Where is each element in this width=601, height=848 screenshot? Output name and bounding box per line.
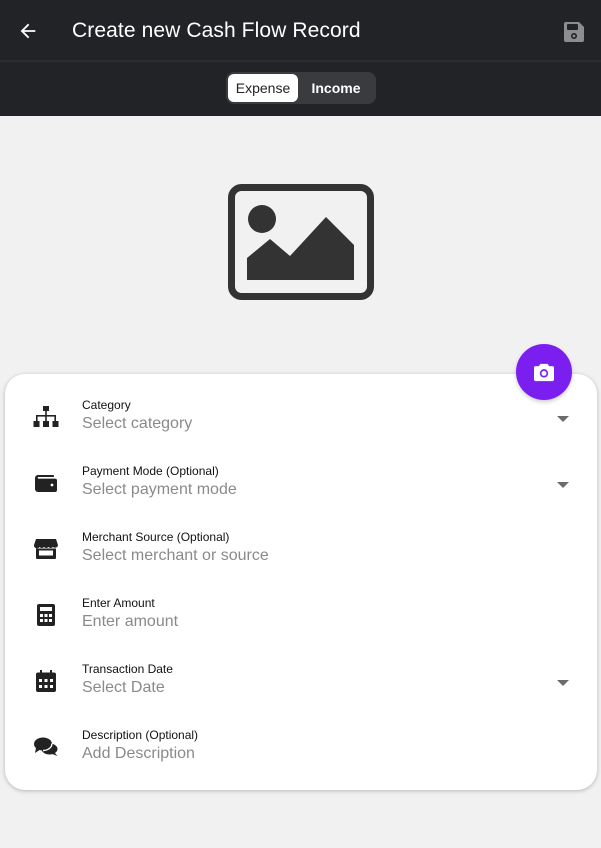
transaction-date-placeholder: Select Date <box>82 679 165 696</box>
page-title: Create new Cash Flow Record <box>72 19 361 42</box>
amount-label: Enter Amount <box>82 596 155 610</box>
chevron-down-icon <box>557 680 569 686</box>
merchant-source-placeholder: Select merchant or source <box>82 547 269 564</box>
category-placeholder: Select category <box>82 415 193 432</box>
camera-button[interactable] <box>516 344 572 400</box>
type-segmented-control: Expense Income <box>226 72 376 104</box>
camera-icon <box>534 363 554 382</box>
floppy-disk-icon <box>564 22 584 42</box>
comments-icon <box>33 734 59 760</box>
transaction-date-label: Transaction Date <box>82 662 173 676</box>
store-icon <box>33 536 59 562</box>
payment-mode-field[interactable]: Payment Mode (Optional) Select payment m… <box>5 464 597 530</box>
merchant-source-label: Merchant Source (Optional) <box>82 530 230 544</box>
description-field[interactable]: Description (Optional) Add Description <box>5 728 597 794</box>
transaction-date-field[interactable]: Transaction Date Select Date <box>5 662 597 728</box>
payment-mode-placeholder: Select payment mode <box>82 481 237 498</box>
amount-field[interactable]: Enter Amount Enter amount <box>5 596 597 662</box>
payment-mode-label: Payment Mode (Optional) <box>82 464 219 478</box>
image-placeholder-icon[interactable] <box>228 184 374 300</box>
type-toggle-bar: Expense Income <box>0 62 601 116</box>
merchant-source-field[interactable]: Merchant Source (Optional) Select mercha… <box>5 530 597 596</box>
arrow-left-icon <box>20 23 36 39</box>
tab-income[interactable]: Income <box>298 74 374 102</box>
app-bar: Create new Cash Flow Record <box>0 0 601 62</box>
chevron-down-icon <box>557 416 569 422</box>
calendar-icon <box>33 668 59 694</box>
calculator-icon <box>33 602 59 628</box>
amount-input[interactable]: Enter amount <box>82 613 178 631</box>
description-input[interactable]: Add Description <box>82 745 195 763</box>
wallet-icon <box>33 470 59 496</box>
back-button[interactable] <box>14 17 42 45</box>
description-label: Description (Optional) <box>82 728 199 742</box>
save-button[interactable] <box>560 18 588 46</box>
tab-expense[interactable]: Expense <box>228 74 298 102</box>
category-field[interactable]: Category Select category <box>5 398 597 464</box>
form-card: Category Select category Payment Mode (O… <box>5 374 597 790</box>
chevron-down-icon <box>557 482 569 488</box>
sitemap-icon <box>33 404 59 430</box>
category-label: Category <box>82 398 131 412</box>
